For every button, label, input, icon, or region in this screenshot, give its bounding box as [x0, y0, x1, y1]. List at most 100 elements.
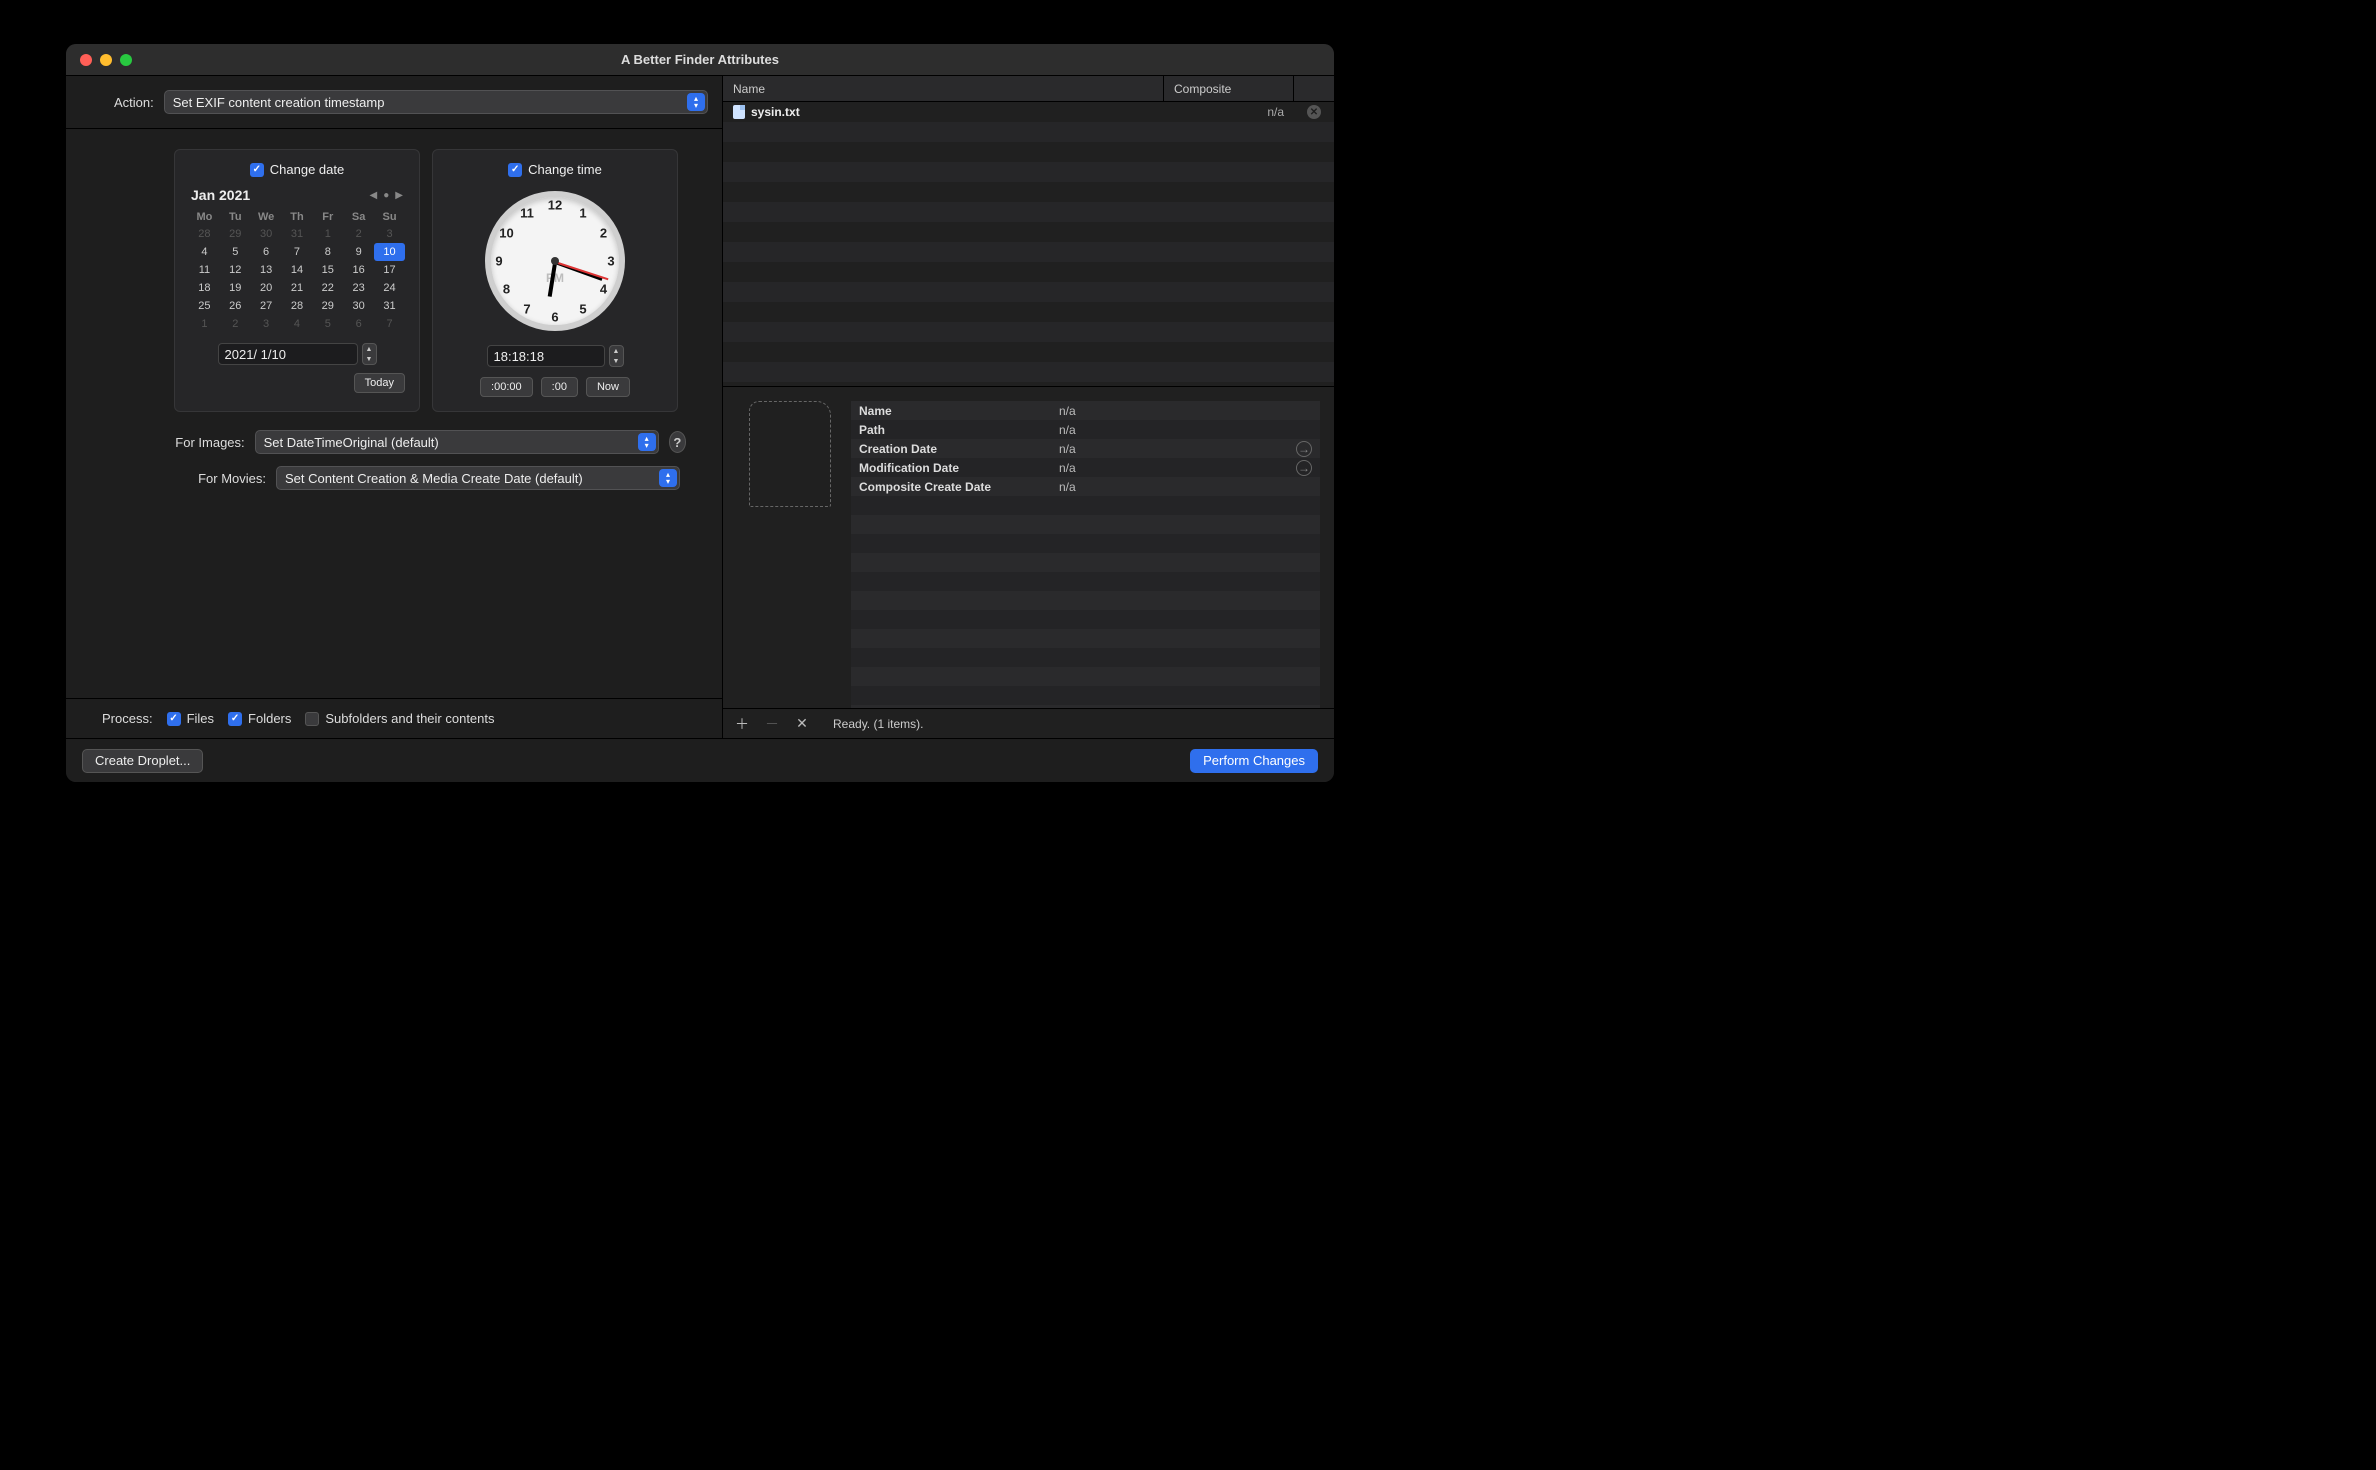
calendar-day[interactable]: 11	[189, 261, 220, 279]
action-label: Action:	[114, 95, 154, 110]
close-window-button[interactable]	[80, 54, 92, 66]
apply-arrow-button[interactable]: →	[1296, 441, 1312, 457]
metadata-key: Creation Date	[859, 442, 1059, 456]
change-time-panel: Change time PM 121234567891011 18:18:18	[432, 149, 678, 412]
calendar-day[interactable]: 25	[189, 297, 220, 315]
create-droplet-button[interactable]: Create Droplet...	[82, 749, 203, 773]
calendar-day[interactable]: 24	[374, 279, 405, 297]
calendar-day[interactable]: 5	[312, 315, 343, 333]
add-file-button[interactable]: ＋	[735, 714, 749, 734]
remove-row-button[interactable]: ✕	[1307, 105, 1321, 119]
calendar-day[interactable]: 20	[251, 279, 282, 297]
calendar-day[interactable]: 7	[374, 315, 405, 333]
apply-arrow-button[interactable]: →	[1296, 460, 1312, 476]
chevrons-icon	[687, 93, 705, 111]
calendar-day[interactable]: 27	[251, 297, 282, 315]
now-button[interactable]: Now	[586, 377, 630, 397]
process-files-label: Files	[187, 711, 214, 726]
calendar-day[interactable]: 17	[374, 261, 405, 279]
calendar-day[interactable]: 1	[189, 315, 220, 333]
calendar-day[interactable]: 6	[343, 315, 374, 333]
time-stepper[interactable]: ▲▼	[609, 345, 624, 367]
titlebar: A Better Finder Attributes	[66, 44, 1334, 76]
zero-min-sec-button[interactable]: :00:00	[480, 377, 533, 397]
calendar-day[interactable]: 12	[220, 261, 251, 279]
analog-clock[interactable]: PM 121234567891011	[485, 191, 625, 331]
today-button[interactable]: Today	[354, 373, 405, 393]
calendar-day[interactable]: 13	[251, 261, 282, 279]
date-field[interactable]: 2021/ 1/10	[218, 343, 358, 365]
metadata-key: Path	[859, 423, 1059, 437]
calendar-month-title: Jan 2021	[191, 187, 250, 203]
process-files-checkbox[interactable]	[167, 712, 181, 726]
file-list[interactable]: sysin.txtn/a✕	[723, 102, 1334, 386]
calendar-day[interactable]: 29	[312, 297, 343, 315]
process-subfolders-checkbox[interactable]	[305, 712, 319, 726]
calendar-day[interactable]: 21	[282, 279, 313, 297]
calendar-day[interactable]: 28	[189, 225, 220, 243]
remove-file-button[interactable]: －	[765, 714, 779, 734]
clock-number: 11	[520, 205, 534, 220]
calendar-day[interactable]: 26	[220, 297, 251, 315]
clear-files-button[interactable]: ✕	[795, 715, 809, 732]
calendar-day[interactable]: 30	[251, 225, 282, 243]
calendar-day[interactable]: 19	[220, 279, 251, 297]
calendar-day[interactable]: 18	[189, 279, 220, 297]
change-time-checkbox[interactable]	[508, 163, 522, 177]
calendar-day[interactable]: 3	[374, 225, 405, 243]
calendar-day[interactable]: 16	[343, 261, 374, 279]
calendar-day[interactable]: 3	[251, 315, 282, 333]
calendar-day[interactable]: 6	[251, 243, 282, 261]
for-images-label: For Images:	[174, 435, 245, 450]
calendar-day[interactable]: 28	[282, 297, 313, 315]
calendar-day[interactable]: 31	[282, 225, 313, 243]
calendar-day[interactable]: 7	[282, 243, 313, 261]
calendar-day[interactable]: 1	[312, 225, 343, 243]
clock-number: 8	[503, 282, 510, 297]
metadata-row: Namen/a	[851, 401, 1320, 420]
calendar-day[interactable]: 4	[282, 315, 313, 333]
metadata-row: Pathn/a	[851, 420, 1320, 439]
process-subfolders-label: Subfolders and their contents	[325, 711, 494, 726]
calendar-day[interactable]: 9	[343, 243, 374, 261]
zero-sec-button[interactable]: :00	[541, 377, 578, 397]
calendar-day[interactable]: 2	[343, 225, 374, 243]
calendar-day[interactable]: 29	[220, 225, 251, 243]
file-row[interactable]: sysin.txtn/a✕	[723, 102, 1334, 122]
calendar-day[interactable]: 31	[374, 297, 405, 315]
calendar-day[interactable]: 2	[220, 315, 251, 333]
calendar-day[interactable]: 5	[220, 243, 251, 261]
clock-number: 10	[499, 226, 513, 241]
file-name: sysin.txt	[751, 105, 800, 119]
minimize-window-button[interactable]	[100, 54, 112, 66]
metadata-value: n/a	[1059, 461, 1219, 475]
for-movies-dropdown[interactable]: Set Content Creation & Media Create Date…	[276, 466, 680, 490]
calendar-prev-icon[interactable]: ◀	[370, 190, 378, 201]
calendar[interactable]: Jan 2021 ◀ ● ▶ MoTuWeThFrSaSu28293031123…	[189, 185, 405, 333]
process-folders-checkbox[interactable]	[228, 712, 242, 726]
zoom-window-button[interactable]	[120, 54, 132, 66]
calendar-day[interactable]: 14	[282, 261, 313, 279]
col-composite[interactable]: Composite	[1164, 76, 1294, 101]
calendar-day[interactable]: 22	[312, 279, 343, 297]
for-movies-label: For Movies:	[174, 471, 266, 486]
perform-changes-button[interactable]: Perform Changes	[1190, 749, 1318, 773]
col-name[interactable]: Name	[723, 76, 1164, 101]
calendar-day[interactable]: 8	[312, 243, 343, 261]
metadata-key: Name	[859, 404, 1059, 418]
calendar-day[interactable]: 30	[343, 297, 374, 315]
for-images-dropdown[interactable]: Set DateTimeOriginal (default)	[255, 430, 659, 454]
calendar-day[interactable]: 4	[189, 243, 220, 261]
help-button[interactable]: ?	[669, 431, 686, 453]
calendar-next-icon[interactable]: ▶	[395, 190, 403, 201]
metadata-row: Modification Daten/a→	[851, 458, 1320, 477]
change-date-checkbox[interactable]	[250, 163, 264, 177]
calendar-today-dot-icon[interactable]: ●	[383, 190, 389, 201]
time-field[interactable]: 18:18:18	[487, 345, 605, 367]
clock-number: 3	[607, 254, 614, 269]
calendar-day[interactable]: 23	[343, 279, 374, 297]
calendar-day[interactable]: 15	[312, 261, 343, 279]
action-dropdown[interactable]: Set EXIF content creation timestamp	[164, 90, 708, 114]
date-stepper[interactable]: ▲▼	[362, 343, 377, 365]
calendar-day[interactable]: 10	[374, 243, 405, 261]
